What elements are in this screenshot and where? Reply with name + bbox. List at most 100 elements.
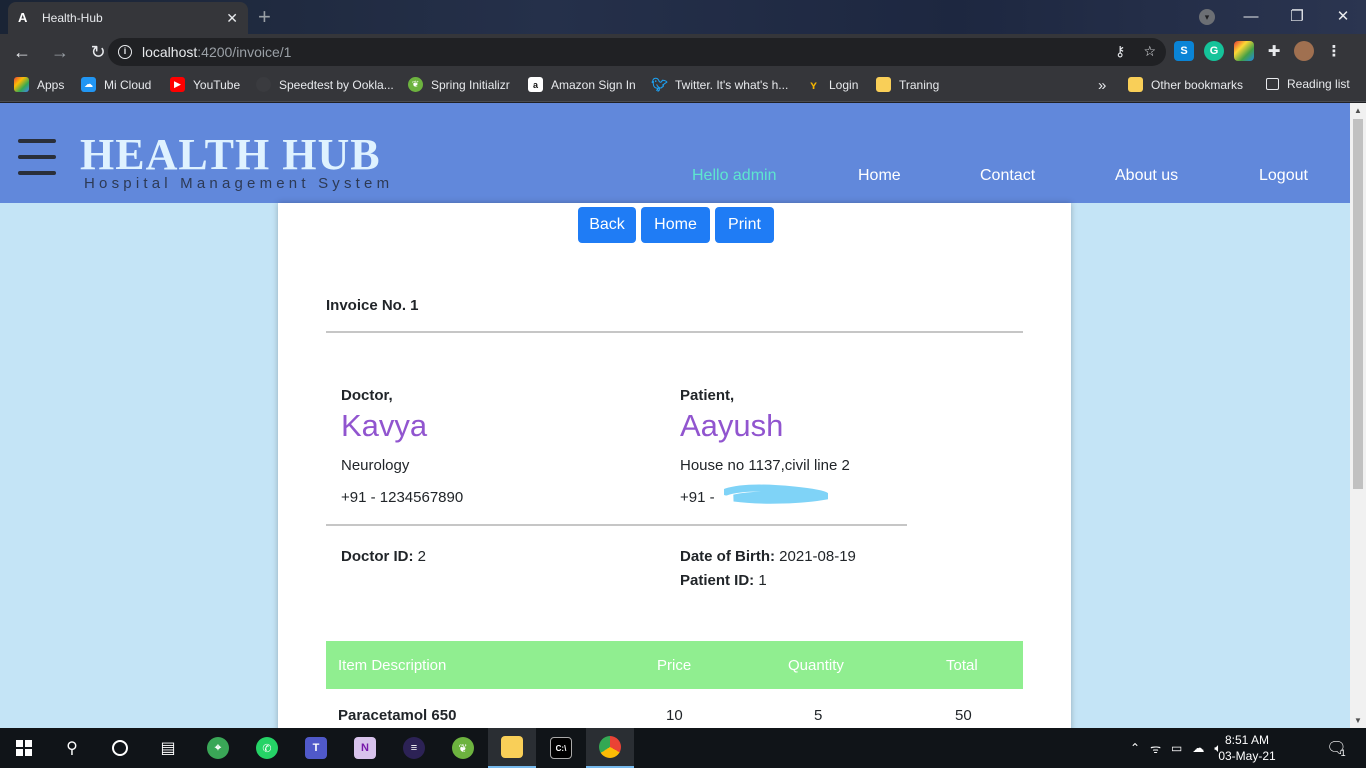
browser-tab[interactable]: A Health-Hub ✕ — [8, 2, 248, 34]
patient-id-line: Patient ID: 1 — [680, 572, 767, 589]
nav-greeting: Hello admin — [692, 167, 777, 184]
chrome-icon[interactable] — [586, 728, 634, 768]
clock-time: 8:51 AM — [1224, 733, 1270, 747]
key-icon[interactable]: ⚷ — [1115, 43, 1125, 60]
bookmark-traning[interactable]: Traning — [876, 77, 939, 92]
angular-favicon-icon: A — [18, 10, 28, 25]
back-arrow-icon[interactable]: ← — [6, 36, 38, 68]
bookmark-mi-cloud[interactable]: ☁ Mi Cloud — [81, 77, 151, 92]
patient-id-label: Patient ID: — [680, 572, 755, 589]
nav-about-us[interactable]: About us — [1115, 167, 1178, 185]
amazon-icon: a — [528, 77, 543, 92]
home-button[interactable]: Home — [641, 207, 710, 243]
wifi-icon[interactable]: ᯤ — [1150, 740, 1161, 757]
bookmark-amazon[interactable]: a Amazon Sign In — [528, 77, 636, 92]
bookmarks-overflow[interactable]: » — [1098, 77, 1106, 94]
th-quantity: Quantity — [788, 657, 844, 674]
tab-close-icon[interactable]: ✕ — [226, 10, 238, 27]
new-tab-icon[interactable]: + — [258, 4, 271, 30]
scroll-down-arrow-icon[interactable]: ▼ — [1354, 716, 1362, 725]
login-icon: ʏ — [810, 77, 817, 92]
notifications-icon[interactable]: 🗨︎ 1 — [1312, 728, 1360, 768]
th-price: Price — [657, 657, 692, 674]
tab-search-icon[interactable]: ▾ — [1199, 9, 1215, 25]
patient-address: House no 1137,civil line 2 — [680, 457, 850, 474]
window-controls: — ❐ ✕ — [1228, 0, 1366, 34]
brand-subtitle: Hospital Management System — [84, 175, 394, 192]
teams-icon[interactable]: T — [292, 728, 340, 768]
close-window-icon[interactable]: ✕ — [1320, 0, 1366, 32]
skype-extension-icon[interactable]: S — [1174, 41, 1194, 61]
browser-tab-strip: A Health-Hub ✕ + ▾ — ❐ ✕ — [0, 0, 1366, 34]
maps-app-icon[interactable]: ⌖ — [194, 728, 242, 768]
task-view-icon[interactable]: ▤ — [144, 728, 192, 768]
file-explorer-icon[interactable] — [488, 728, 536, 768]
patient-dob-line: Date of Birth: 2021-08-19 — [680, 548, 856, 565]
chevron-up-icon[interactable]: ⌃ — [1130, 741, 1140, 755]
print-button[interactable]: Print — [715, 207, 774, 243]
scroll-up-arrow-icon[interactable]: ▲ — [1354, 106, 1362, 115]
back-button[interactable]: Back — [578, 207, 636, 243]
restore-icon[interactable]: ❐ — [1274, 0, 1320, 32]
forward-arrow-icon[interactable]: → — [44, 36, 76, 68]
whatsapp-icon[interactable]: ✆ — [243, 728, 291, 768]
apps-grid-icon — [14, 77, 29, 92]
search-icon[interactable]: ⚲ — [48, 728, 96, 768]
url-path: :4200/invoice/1 — [197, 44, 292, 60]
windows-taskbar: ⚲ ▤ ⌖ ✆ T N ≡ ❦ C:\ ⌃ ᯤ ▭ ☁ 🔈︎ 8:51 AM 0… — [0, 728, 1366, 768]
taskbar-clock[interactable]: 8:51 AM 03-May-21 — [1214, 732, 1280, 764]
th-item-description: Item Description — [338, 657, 447, 674]
minimize-icon[interactable]: — — [1228, 0, 1274, 32]
grammarly-extension-icon[interactable]: G — [1204, 41, 1224, 61]
site-info-icon[interactable]: i — [118, 45, 132, 59]
page-scrollbar[interactable]: ▲ ▼ — [1350, 103, 1366, 728]
spring-tool-suite-icon[interactable]: ❦ — [439, 728, 487, 768]
tab-title: Health-Hub — [42, 11, 103, 25]
cell-item: Paracetamol 650 — [338, 707, 457, 724]
bookmark-speedtest[interactable]: Speedtest by Ookla... — [256, 77, 394, 92]
bookmark-youtube[interactable]: ▶ YouTube — [170, 77, 240, 92]
patient-phone: +91 - — [680, 489, 715, 506]
clock-date: 03-May-21 — [1218, 749, 1276, 763]
onedrive-cloud-icon[interactable]: ☁ — [1192, 741, 1204, 755]
speedtest-icon — [256, 77, 271, 92]
eclipse-icon[interactable]: ≡ — [390, 728, 438, 768]
dob-label: Date of Birth: — [680, 548, 775, 565]
nav-home[interactable]: Home — [858, 167, 901, 185]
bookmark-twitter[interactable]: 🐦︎ Twitter. It's what's h... — [651, 77, 788, 92]
nav-contact[interactable]: Contact — [980, 167, 1035, 185]
folder-icon — [1128, 77, 1143, 92]
youtube-icon: ▶ — [170, 77, 185, 92]
doctor-id-line: Doctor ID: 2 — [341, 548, 426, 565]
patient-id-value: 1 — [758, 572, 767, 589]
cortana-icon[interactable] — [96, 728, 144, 768]
url-host: localhost — [142, 44, 198, 60]
hamburger-menu-icon[interactable] — [18, 139, 56, 175]
bookmark-login[interactable]: ʏ Login — [806, 77, 858, 92]
profile-avatar-icon[interactable] — [1294, 41, 1314, 61]
patient-name: Aayush — [680, 408, 784, 443]
doctor-id-label: Doctor ID: — [341, 548, 414, 565]
site-header: HEALTH HUB Hospital Management System He… — [0, 103, 1350, 203]
color-picker-extension-icon[interactable] — [1234, 41, 1254, 61]
bookmark-star-icon[interactable]: ☆ — [1143, 43, 1156, 60]
reading-list[interactable]: Reading list — [1266, 77, 1350, 91]
address-bar[interactable]: i localhost :4200/invoice/1 ⚷ ☆ — [108, 38, 1166, 66]
command-prompt-icon[interactable]: C:\ — [537, 728, 585, 768]
bookmark-spring-initializr[interactable]: ❦ Spring Initializr — [408, 77, 510, 92]
other-bookmarks[interactable]: Other bookmarks — [1128, 77, 1243, 92]
bookmark-apps[interactable]: Apps — [14, 77, 64, 92]
extension-icons: S G ✚ ⋮ — [1174, 41, 1344, 61]
windows-start-icon[interactable] — [0, 728, 48, 768]
nav-logout[interactable]: Logout — [1259, 167, 1308, 185]
scroll-thumb[interactable] — [1353, 119, 1363, 489]
chrome-menu-icon[interactable]: ⋮ — [1324, 41, 1344, 61]
mi-cloud-icon: ☁ — [81, 77, 96, 92]
extensions-puzzle-icon[interactable]: ✚ — [1264, 41, 1284, 61]
divider — [326, 331, 1023, 333]
invoice-card: Back Home Print Invoice No. 1 Doctor, Ka… — [278, 203, 1071, 728]
browser-toolbar: ← → ↻ i localhost :4200/invoice/1 ⚷ ☆ S … — [0, 34, 1366, 70]
page-viewport: HEALTH HUB Hospital Management System He… — [0, 103, 1350, 728]
battery-icon[interactable]: ▭ — [1171, 741, 1182, 755]
onenote-icon[interactable]: N — [341, 728, 389, 768]
